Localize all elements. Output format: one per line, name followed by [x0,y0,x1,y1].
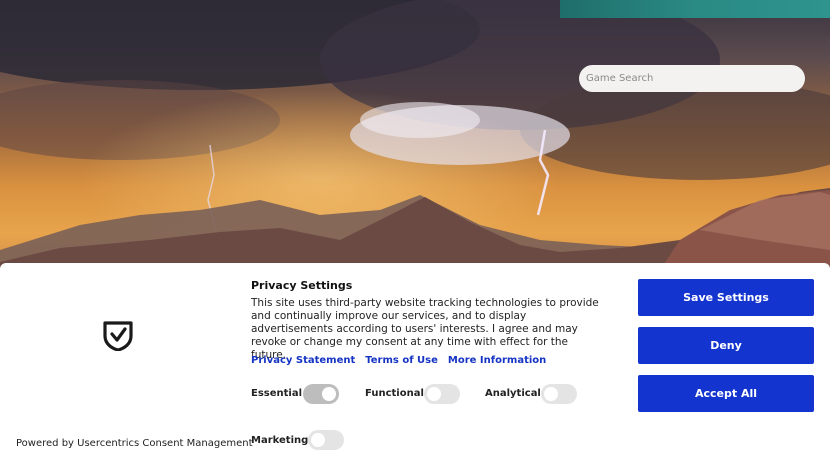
game-search-input[interactable] [579,65,805,92]
toggle-knob [544,387,558,401]
privacy-statement-link[interactable]: Privacy Statement [251,355,355,366]
accept-all-button[interactable]: Accept All [638,375,814,412]
save-settings-button[interactable]: Save Settings [638,279,814,316]
functional-label: Functional [365,388,424,399]
marketing-label: Marketing [251,435,309,446]
shield-check-icon [103,321,133,351]
terms-of-use-link[interactable]: Terms of Use [365,355,438,366]
consent-description: This site uses third-party website track… [251,297,599,361]
header-strip [560,0,830,18]
analytical-toggle[interactable] [541,384,577,404]
marketing-toggle[interactable] [308,430,344,450]
deny-button[interactable]: Deny [638,327,814,364]
toggle-knob [427,387,441,401]
consent-title: Privacy Settings [251,279,353,292]
functional-toggle[interactable] [424,384,460,404]
toggle-knob [311,433,325,447]
powered-by-text: Powered by Usercentrics Consent Manageme… [16,438,253,449]
more-information-link[interactable]: More Information [448,355,546,366]
essential-label: Essential [251,388,303,399]
essential-toggle [303,384,339,404]
consent-links: Privacy Statement Terms of Use More Info… [251,355,546,366]
toggle-knob [322,387,336,401]
analytical-label: Analytical [485,388,541,399]
